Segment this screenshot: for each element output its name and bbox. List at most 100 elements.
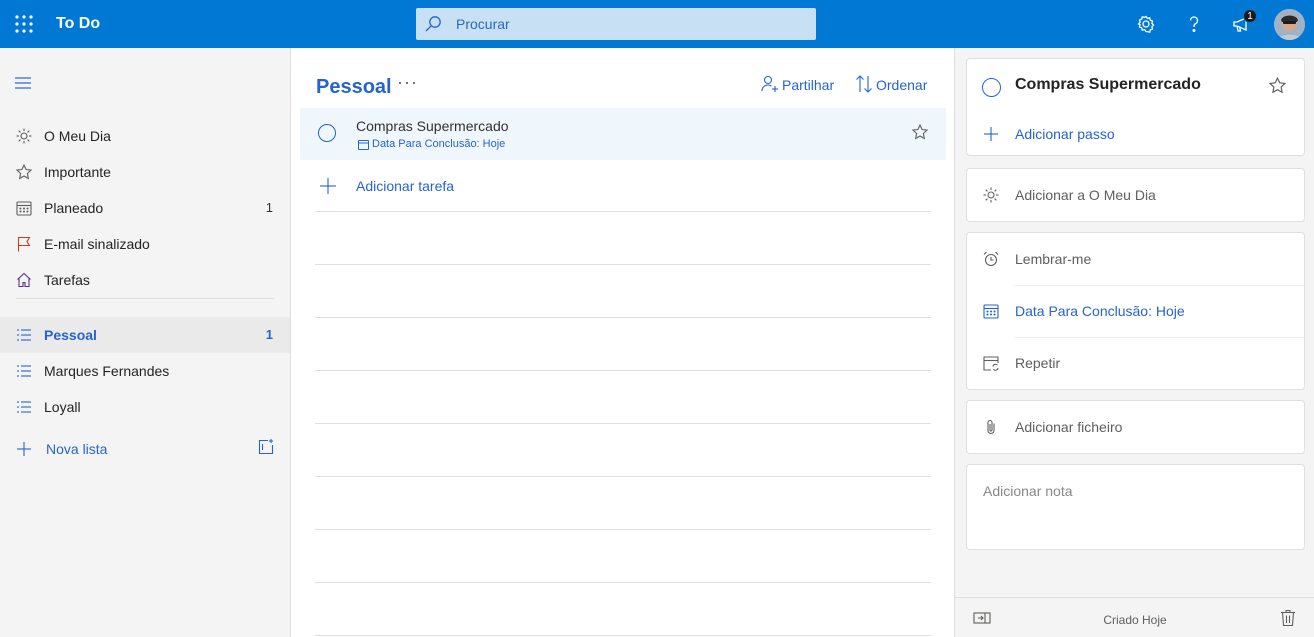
sidebar-item-planned[interactable]: Planeado 1 bbox=[0, 190, 290, 226]
sidebar-item-marques-fernandes[interactable]: Marques Fernandes bbox=[0, 353, 290, 389]
flag-icon bbox=[16, 236, 32, 252]
add-task-button[interactable]: Adicionar tarefa bbox=[315, 168, 931, 204]
star-icon bbox=[16, 164, 32, 180]
dates-card: Lembrar-me Data Para Conclusão: Hoje Rep… bbox=[966, 232, 1305, 390]
sidebar-item-label: O Meu Dia bbox=[44, 128, 111, 144]
due-date-label: Data Para Conclusão: Hoje bbox=[1015, 303, 1185, 319]
settings-gear-icon[interactable] bbox=[1134, 12, 1158, 36]
sidebar-item-important[interactable]: Importante bbox=[0, 154, 290, 190]
complete-task-checkbox[interactable] bbox=[318, 124, 336, 142]
task-detail-pane: Compras Supermercado Adicionar passo Adi… bbox=[954, 48, 1314, 637]
user-avatar[interactable] bbox=[1274, 9, 1305, 40]
plus-icon bbox=[983, 126, 999, 142]
list-icon bbox=[16, 327, 32, 343]
sidebar-item-flagged-email[interactable]: E-mail sinalizado bbox=[0, 226, 290, 262]
my-day-card: Adicionar a O Meu Dia bbox=[966, 168, 1305, 222]
add-step-button[interactable]: Adicionar passo bbox=[967, 116, 1304, 152]
list-icon bbox=[16, 399, 32, 415]
due-date-button[interactable]: Data Para Conclusão: Hoje bbox=[967, 293, 1304, 329]
sidebar: O Meu Dia Importante Planeado 1 E-mail s… bbox=[0, 48, 290, 637]
add-file-label: Adicionar ficheiro bbox=[1015, 419, 1123, 435]
list-rule bbox=[315, 317, 931, 318]
task-row[interactable]: Compras Supermercado Data Para Conclusão… bbox=[300, 108, 946, 160]
sun-icon bbox=[983, 187, 999, 203]
new-list-label: Nova lista bbox=[46, 441, 108, 457]
note-card bbox=[966, 464, 1305, 550]
sidebar-item-label: Marques Fernandes bbox=[44, 363, 170, 379]
app-launcher-icon[interactable] bbox=[14, 14, 34, 34]
list-rule bbox=[315, 529, 931, 530]
sidebar-item-label: E-mail sinalizado bbox=[44, 236, 150, 252]
add-step-label: Adicionar passo bbox=[1015, 126, 1115, 142]
task-list-pane: Pessoal ··· Partilhar Ordenar Compras Su… bbox=[290, 48, 954, 637]
attachment-card: Adicionar ficheiro bbox=[966, 400, 1305, 454]
add-file-button[interactable]: Adicionar ficheiro bbox=[967, 409, 1304, 445]
sidebar-item-label: Planeado bbox=[44, 200, 104, 216]
sidebar-item-label: Pessoal bbox=[44, 327, 97, 343]
list-rule bbox=[315, 423, 931, 424]
plus-icon bbox=[319, 177, 337, 195]
sidebar-item-tasks[interactable]: Tarefas bbox=[0, 262, 290, 298]
add-task-label: Adicionar tarefa bbox=[356, 178, 455, 194]
search-input[interactable] bbox=[456, 8, 806, 40]
mark-important-star-icon[interactable] bbox=[912, 124, 928, 140]
sidebar-item-label: Loyall bbox=[44, 399, 81, 415]
hamburger-menu-icon[interactable] bbox=[14, 76, 32, 90]
new-group-icon[interactable] bbox=[257, 438, 275, 456]
search-icon[interactable] bbox=[424, 15, 442, 33]
top-bar: To Do 1 bbox=[0, 0, 1314, 48]
home-icon bbox=[16, 272, 32, 288]
list-options-button[interactable]: ··· bbox=[397, 72, 418, 93]
sidebar-item-count: 1 bbox=[265, 327, 273, 342]
add-to-my-day-button[interactable]: Adicionar a O Meu Dia bbox=[967, 177, 1304, 213]
list-rule bbox=[315, 211, 931, 212]
list-rule bbox=[315, 370, 931, 371]
detail-footer: Criado Hoje bbox=[955, 597, 1314, 637]
row-divider bbox=[1015, 337, 1304, 338]
sidebar-divider bbox=[16, 298, 274, 299]
repeat-button[interactable]: Repetir bbox=[967, 345, 1304, 381]
sidebar-item-label: Importante bbox=[44, 164, 111, 180]
mark-important-star-icon[interactable] bbox=[1269, 77, 1286, 94]
paperclip-icon bbox=[983, 419, 999, 435]
list-icon bbox=[16, 363, 32, 379]
task-title: Compras Supermercado bbox=[356, 118, 509, 134]
task-title-card: Compras Supermercado Adicionar passo bbox=[966, 58, 1305, 156]
calendar-icon bbox=[16, 200, 32, 216]
add-person-icon bbox=[761, 75, 779, 93]
sidebar-item-my-day[interactable]: O Meu Dia bbox=[0, 118, 290, 154]
sort-arrows-icon bbox=[855, 75, 873, 93]
repeat-calendar-icon bbox=[983, 355, 999, 371]
repeat-label: Repetir bbox=[1015, 355, 1061, 371]
app-title[interactable]: To Do bbox=[56, 15, 100, 33]
sidebar-item-count: 1 bbox=[265, 200, 273, 215]
delete-trash-icon[interactable] bbox=[1280, 609, 1296, 627]
list-rule bbox=[315, 476, 931, 477]
search-box[interactable] bbox=[416, 8, 816, 40]
complete-task-checkbox[interactable] bbox=[982, 78, 1001, 97]
created-date-label: Criado Hoje bbox=[1103, 613, 1167, 627]
list-rule bbox=[315, 264, 931, 265]
plus-icon bbox=[16, 441, 32, 457]
list-rule bbox=[315, 635, 931, 636]
detail-task-title[interactable]: Compras Supermercado bbox=[1015, 76, 1201, 94]
note-input[interactable] bbox=[983, 483, 1293, 543]
share-label: Partilhar bbox=[782, 77, 835, 93]
sidebar-item-label: Tarefas bbox=[44, 272, 90, 288]
new-list-button[interactable]: Nova lista bbox=[0, 431, 290, 467]
calendar-icon bbox=[358, 139, 369, 150]
alarm-clock-icon bbox=[983, 251, 999, 267]
task-due-label: Data Para Conclusão: Hoje bbox=[372, 138, 506, 150]
notification-badge: 1 bbox=[1243, 9, 1257, 23]
row-divider bbox=[1015, 285, 1304, 286]
sort-label: Ordenar bbox=[876, 77, 928, 93]
calendar-icon bbox=[983, 303, 999, 319]
list-rule bbox=[315, 582, 931, 583]
sidebar-item-pessoal[interactable]: Pessoal 1 bbox=[0, 317, 290, 353]
list-title[interactable]: Pessoal bbox=[316, 76, 392, 99]
remind-me-button[interactable]: Lembrar-me bbox=[967, 241, 1304, 277]
help-icon[interactable] bbox=[1182, 12, 1206, 36]
add-to-my-day-label: Adicionar a O Meu Dia bbox=[1015, 187, 1156, 203]
remind-me-label: Lembrar-me bbox=[1015, 251, 1092, 267]
sidebar-item-loyall[interactable]: Loyall bbox=[0, 389, 290, 425]
